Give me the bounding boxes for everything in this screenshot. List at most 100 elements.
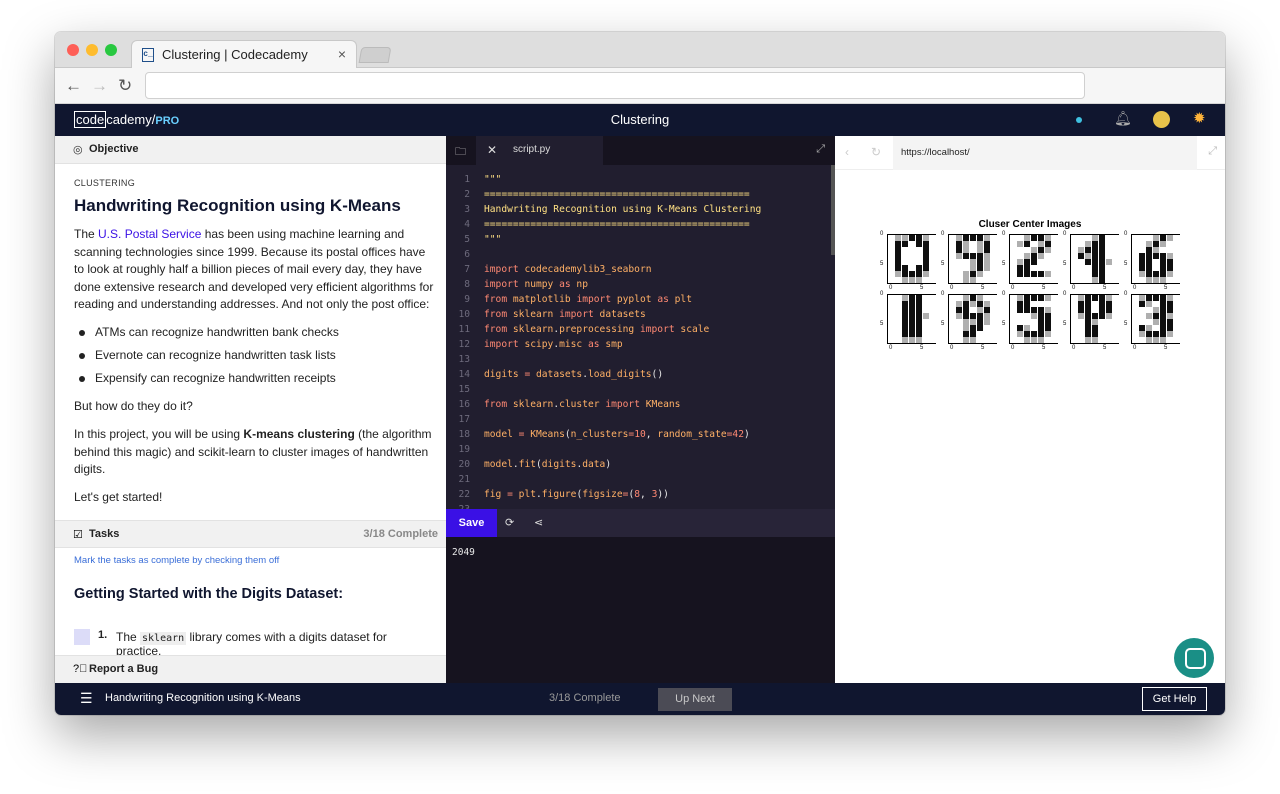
new-tab-button[interactable]	[358, 47, 392, 63]
code-token: import	[484, 279, 525, 290]
hamburger-icon[interactable]: ☰	[80, 690, 93, 707]
pixel-cell	[909, 337, 915, 343]
code-token: digits	[484, 369, 525, 380]
code-token: model	[484, 459, 513, 470]
x-tick-label: 5	[920, 285, 924, 291]
code-token: model	[484, 429, 519, 440]
y-tick-label: 0	[1124, 231, 1128, 237]
preview-reload-icon[interactable]: ↻	[871, 145, 881, 159]
editor-toolbar: Save ⟳ ⋖	[446, 509, 835, 537]
pixel-cell	[1085, 337, 1091, 343]
task-text-pre: The	[116, 630, 141, 644]
code-token: codecademylib3_seaborn	[524, 264, 652, 275]
line-number: 2	[464, 189, 470, 200]
folder-icon[interactable]: 🗀︎	[455, 143, 466, 162]
up-next-button[interactable]: Up Next	[658, 688, 732, 711]
pixel-cell	[1071, 277, 1077, 283]
x-tick-label: 0	[950, 285, 954, 291]
file-tab[interactable]: ✕ script.py	[476, 136, 603, 165]
preview-back-icon[interactable]: ‹	[845, 145, 849, 159]
code-token: load_digits	[588, 369, 652, 380]
chart-title: Cluser Center Images	[978, 219, 1082, 230]
bell-icon[interactable]: 🔔︎	[1114, 110, 1132, 127]
line-number: 22	[458, 489, 470, 500]
pixel-cell	[895, 277, 901, 283]
code-token: ,	[640, 489, 652, 500]
y-tick-label: 5	[880, 261, 884, 267]
learning-panel: ◎ Objective CLUSTERING Handwriting Recog…	[55, 136, 446, 683]
refresh-icon[interactable]: ⟳	[505, 516, 514, 529]
cluster-center-image	[1009, 294, 1058, 344]
code-token: data	[582, 459, 606, 470]
avatar[interactable]	[1153, 111, 1170, 128]
code-token: sklearn	[512, 324, 554, 335]
pixel-cell	[1153, 277, 1159, 283]
y-tick-label: 5	[1063, 261, 1067, 267]
browser-window: c_ Clustering | Codecademy × ← → ↻ code c…	[55, 32, 1225, 715]
pixel-cell	[1113, 277, 1119, 283]
preview-url-field[interactable]: https://localhost/	[893, 136, 1197, 170]
pixel-cell	[1139, 337, 1145, 343]
pixel-cell	[991, 337, 997, 343]
usps-link[interactable]: U.S. Postal Service	[98, 227, 201, 241]
x-tick-label: 0	[889, 285, 893, 291]
project-paragraph: In this project, you will be using K-mea…	[74, 426, 434, 479]
line-number: 3	[464, 204, 470, 215]
pixel-cell	[909, 277, 915, 283]
code-token: figsize	[582, 489, 623, 500]
pixel-cell	[949, 277, 955, 283]
help-chat-button[interactable]	[1174, 638, 1214, 678]
browser-tab[interactable]: c_ Clustering | Codecademy ×	[131, 40, 357, 69]
expand-icon[interactable]: ⤢	[816, 143, 825, 156]
pixel-cell	[956, 277, 962, 283]
code-area[interactable]: 1 2 3 4 5 6 7 8 9 10 11 12 13 14 15 16 1…	[446, 174, 835, 510]
objective-header[interactable]: ◎ Objective	[55, 136, 446, 164]
cluster-center-image	[887, 234, 936, 284]
pixel-cell	[970, 337, 976, 343]
code-line: Handwriting Recognition using K-Means Cl…	[484, 204, 761, 215]
closing-text: Let's get started!	[74, 490, 163, 504]
preview-expand-icon[interactable]: ⤢	[1208, 145, 1217, 158]
line-number: 16	[458, 399, 470, 410]
code-token: cluster	[559, 399, 606, 410]
line-number: 6	[464, 249, 470, 260]
minimize-window-button[interactable]	[86, 44, 98, 56]
y-tick-label: 5	[941, 261, 945, 267]
share-icon[interactable]: ⋖	[534, 516, 543, 529]
list-item: ATMs can recognize handwritten bank chec…	[79, 325, 339, 339]
file-name: script.py	[513, 144, 551, 155]
task-checkbox[interactable]	[74, 629, 90, 645]
x-tick-label: 0	[1072, 285, 1076, 291]
back-arrow-icon[interactable]: ←	[65, 76, 82, 96]
code-token: as	[559, 279, 577, 290]
line-number: 13	[458, 354, 470, 365]
code-token: import	[559, 309, 600, 320]
close-window-button[interactable]	[67, 44, 79, 56]
lesson-category: CLUSTERING	[74, 178, 136, 188]
code-editor-panel: 🗀︎ ✕ script.py ⤢ 1 2 3 4 5 6 7 8 9 10 11…	[446, 136, 835, 683]
address-bar-input[interactable]	[145, 72, 1085, 99]
pixel-cell	[1078, 337, 1084, 343]
line-number: 14	[458, 369, 470, 380]
x-tick-label: 0	[950, 345, 954, 351]
report-bug-button[interactable]: ?⃝ Report a Bug	[55, 655, 446, 683]
reload-icon[interactable]: ↻	[118, 76, 132, 96]
line-number: 4	[464, 219, 470, 230]
code-token: KMeans	[645, 399, 681, 410]
code-token: from	[484, 309, 513, 320]
line-number: 20	[458, 459, 470, 470]
get-help-button[interactable]: Get Help	[1142, 687, 1207, 711]
preview-toolbar: ‹ ↻ https://localhost/ ⤢	[835, 136, 1225, 170]
tasks-header[interactable]: ☑ Tasks 3/18 Complete	[55, 520, 446, 548]
code-line: import numpy as np	[484, 279, 588, 290]
tab-close-icon[interactable]: ×	[338, 46, 346, 62]
save-button[interactable]: Save	[446, 509, 497, 537]
forward-arrow-icon[interactable]: →	[91, 76, 108, 96]
y-tick-label: 0	[1002, 231, 1006, 237]
gear-icon[interactable]: ✹	[1193, 109, 1206, 127]
code-token: =	[518, 429, 531, 440]
zoom-window-button[interactable]	[105, 44, 117, 56]
close-file-icon[interactable]: ✕	[487, 143, 497, 157]
pixel-cell	[963, 277, 969, 283]
pixel-cell	[977, 277, 983, 283]
